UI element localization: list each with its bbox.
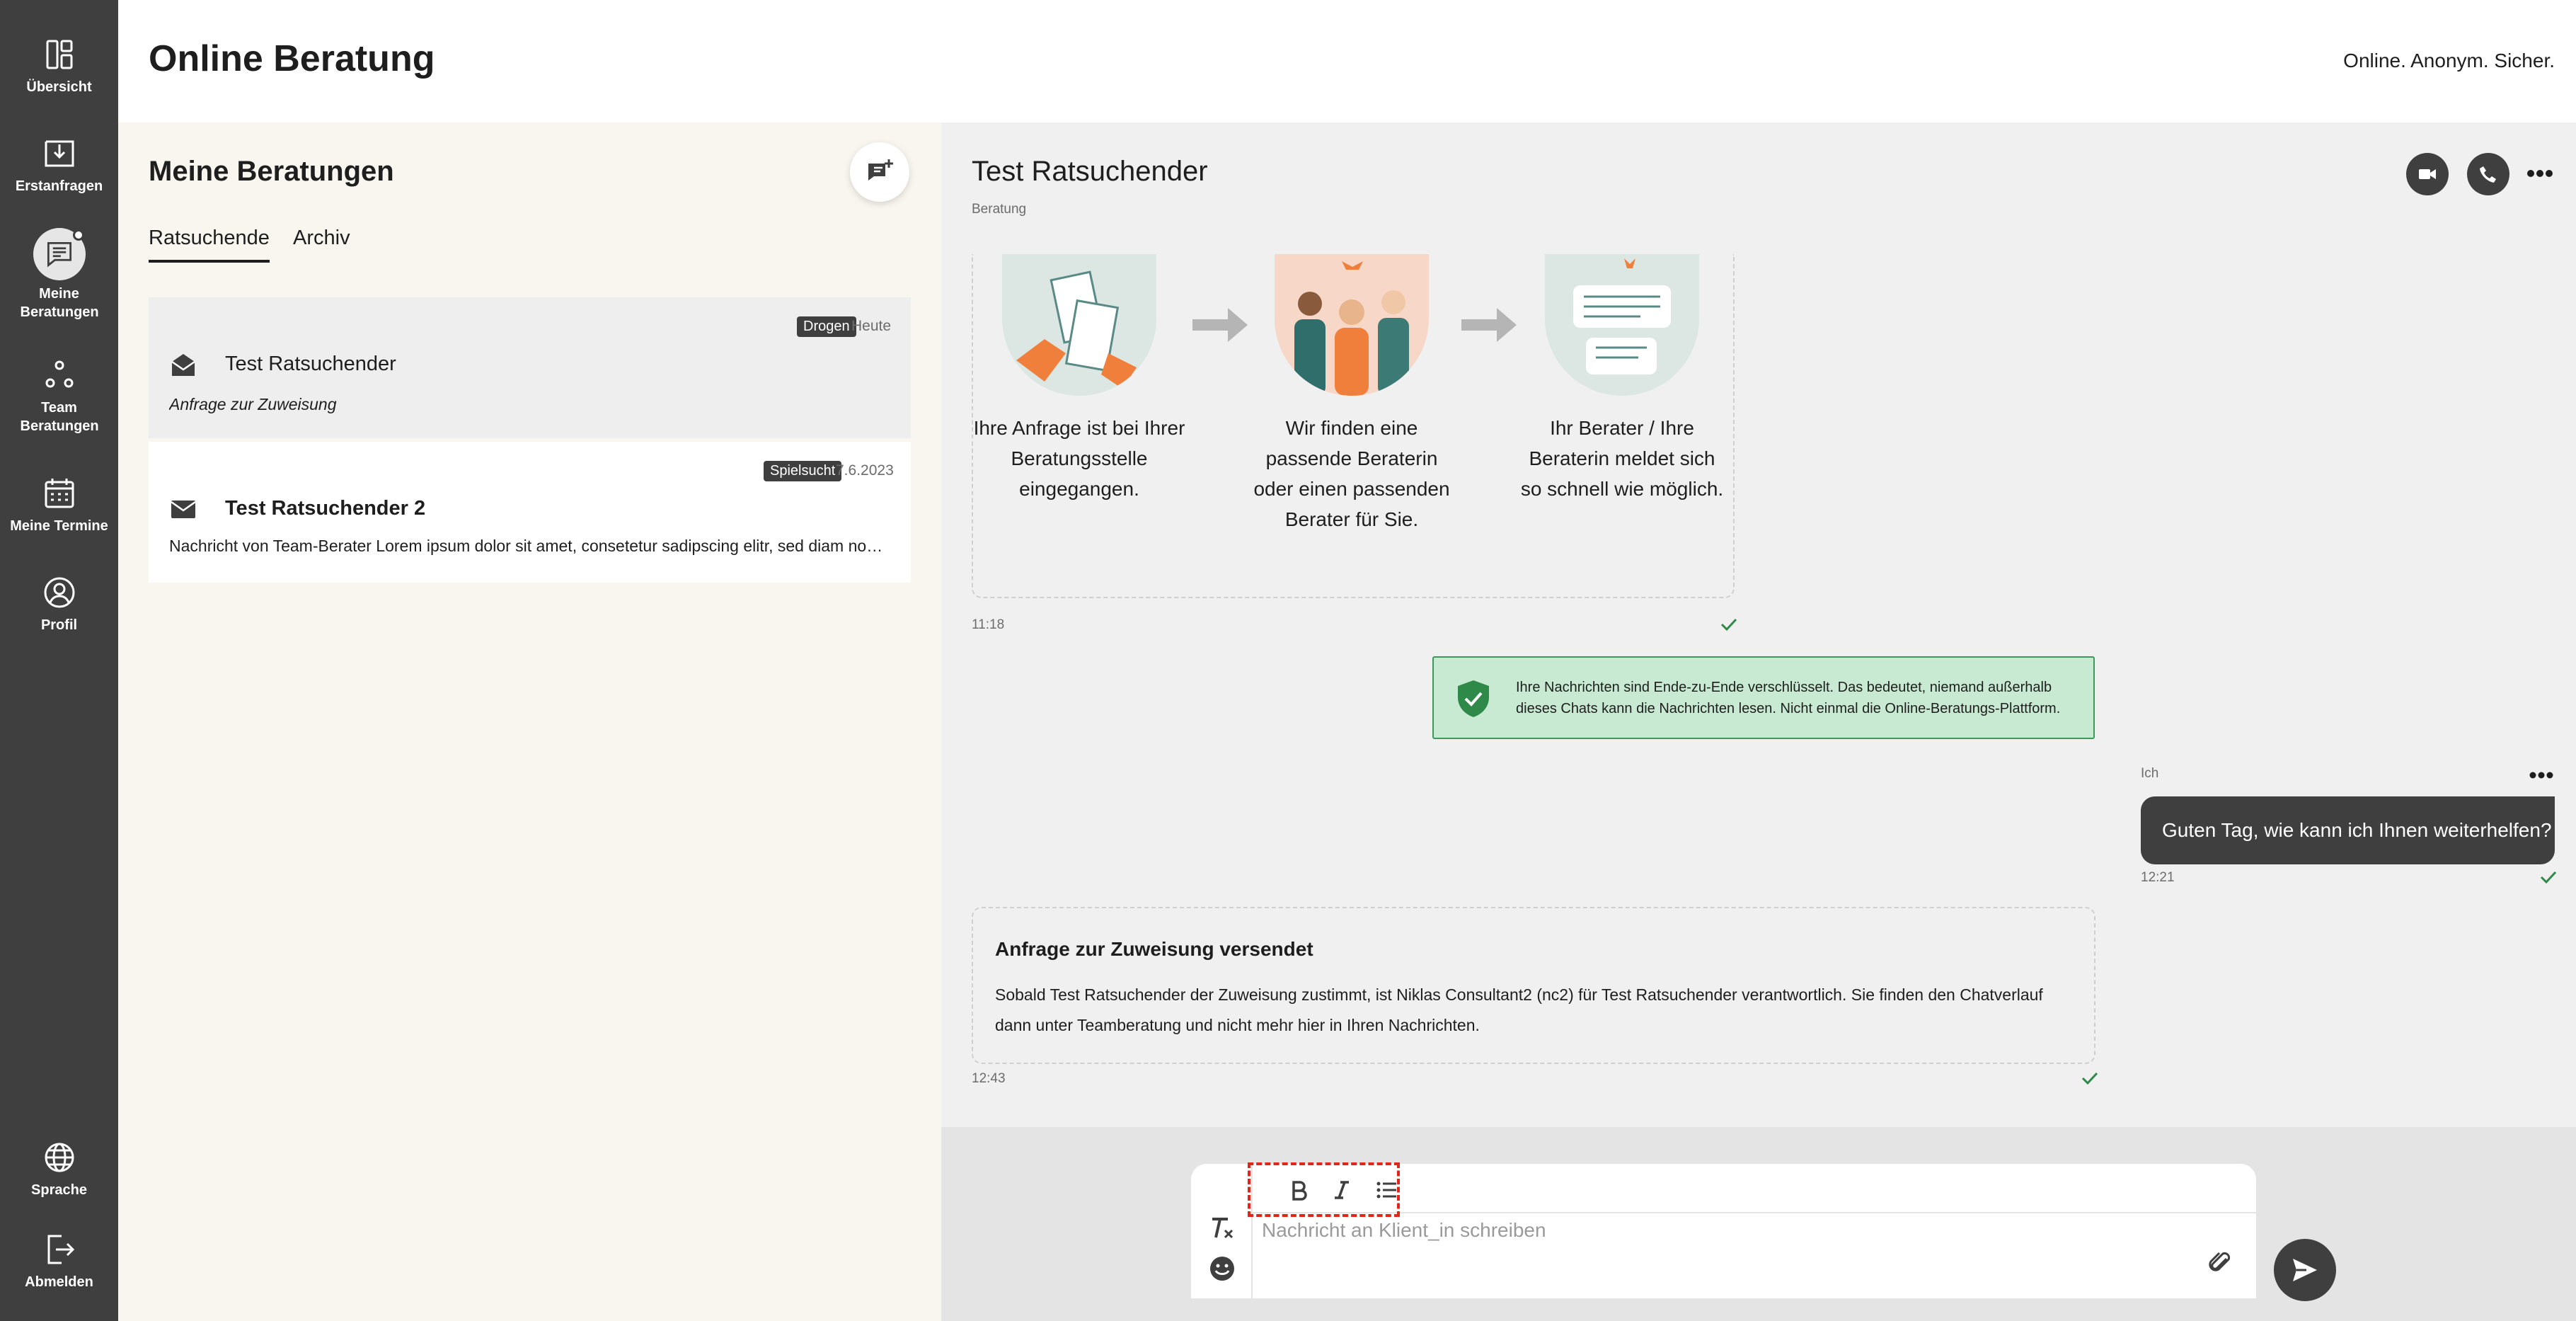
info-step: Ihre Anfrage ist bei Ihrer Beratungsstel…	[973, 254, 1185, 504]
chat-subtitle: Beratung	[972, 202, 1027, 217]
nav-item-label: Sprache	[31, 1182, 87, 1198]
nav-item-label: Meine Beratungen	[20, 286, 99, 320]
formatting-toolbar	[1253, 1164, 2256, 1213]
tab-ratsuchende[interactable]: Ratsuchende	[149, 227, 270, 263]
checkmark-icon	[2081, 1072, 2098, 1085]
send-button[interactable]	[2274, 1239, 2336, 1301]
topic-badge: Spielsucht	[764, 461, 842, 481]
nav-item-meine-beratungen[interactable]: Meine Beratungen	[0, 228, 118, 321]
nav-item-label: Profil	[40, 617, 78, 633]
documents-illustration	[1002, 254, 1156, 396]
session-list-item[interactable]: Drogen Heute Test Ratsuchender Anfrage z…	[149, 297, 911, 438]
system-message-title: Anfrage zur Zuweisung versendet	[995, 938, 1313, 960]
chat-list-icon	[33, 228, 86, 280]
session-preview: Anfrage zur Zuweisung	[169, 395, 337, 413]
shield-check-icon	[1458, 680, 1489, 717]
nav-item-label: Meine Termine	[10, 518, 108, 534]
nav-item-team-beratungen[interactable]: Team Beratungen	[0, 358, 118, 435]
step-caption: Ihre Anfrage ist bei Ihrer Beratungsstel…	[973, 417, 1185, 500]
more-options-icon[interactable]	[2526, 165, 2553, 182]
info-step: Ihr Berater / Ihre Beraterin meldet sich…	[1516, 254, 1728, 504]
unread-indicator	[72, 229, 84, 241]
envelope-open-icon	[169, 350, 197, 379]
send-icon	[2293, 1259, 2317, 1281]
e2e-notice-text: Ihre Nachrichten sind Ende-zu-Ende versc…	[1516, 680, 2061, 716]
e2e-encryption-notice: Ihre Nachrichten sind Ende-zu-Ende versc…	[1432, 656, 2095, 739]
app-title: Online Beratung	[149, 38, 435, 79]
video-camera-icon	[2419, 169, 2436, 179]
new-chat-button[interactable]	[850, 142, 909, 202]
session-list-item[interactable]: Spielsucht 7.6.2023 Test Ratsuchender 2 …	[149, 442, 911, 583]
nav-item-erstanfragen[interactable]: Erstanfragen	[0, 136, 118, 195]
step-caption: Ihr Berater / Ihre Beraterin meldet sich…	[1520, 417, 1724, 500]
session-date: Heute	[851, 318, 892, 334]
nav-item-profil[interactable]: Profil	[0, 575, 118, 634]
phone-call-button[interactable]	[2467, 153, 2509, 195]
message-timestamp: 11:18	[972, 617, 1005, 632]
sessions-pane: Meine Beratungen Ratsuchende Archiv Drog…	[118, 122, 941, 1321]
chat-plus-icon	[868, 159, 893, 181]
session-date: 7.6.2023	[836, 462, 894, 479]
main-navigation: Übersicht Erstanfragen Meine Beratungen …	[0, 0, 118, 1321]
composer-area	[941, 1127, 2576, 1321]
arrow-right-icon	[1461, 308, 1517, 342]
sessions-title: Meine Beratungen	[149, 156, 394, 187]
people-illustration	[1275, 254, 1429, 396]
nav-item-label: Erstanfragen	[15, 178, 103, 194]
tab-archiv[interactable]: Archiv	[293, 227, 350, 260]
nav-item-sprache[interactable]: Sprache	[0, 1140, 118, 1199]
onboarding-info-card: Ihre Anfrage ist bei Ihrer Beratungsstel…	[972, 254, 1735, 598]
formatting-toolbar-highlight	[1248, 1162, 1400, 1217]
text-format-toggle-icon[interactable]	[1208, 1213, 1236, 1242]
message-options-icon[interactable]	[2529, 769, 2554, 782]
app-header: Online Beratung Online. Anonym. Sicher.	[118, 0, 2576, 122]
logout-icon	[42, 1232, 77, 1267]
message-bubbles-illustration	[1545, 254, 1699, 396]
inbox-download-icon	[42, 136, 77, 171]
system-message-card: Anfrage zur Zuweisung versendet Sobald T…	[972, 907, 2095, 1064]
message-input[interactable]	[1262, 1219, 2182, 1290]
nav-item-label: Team Beratungen	[20, 400, 99, 434]
paperclip-icon[interactable]	[2207, 1249, 2235, 1277]
video-call-button[interactable]	[2406, 153, 2449, 195]
calendar-icon	[42, 476, 77, 511]
session-preview: Nachricht von Team-Berater Lorem ipsum d…	[169, 537, 891, 555]
dashboard-icon	[42, 37, 77, 72]
checkmark-icon	[1720, 618, 1737, 631]
nav-item-label: Übersicht	[26, 79, 92, 95]
system-message-body: Sobald Test Ratsuchender der Zuweisung z…	[995, 985, 2043, 1034]
composer-side-tools	[1191, 1164, 1253, 1298]
topic-badge: Drogen	[797, 316, 856, 337]
outgoing-message-bubble: Guten Tag, wie kann ich Ihnen weiterhelf…	[2141, 796, 2555, 864]
session-name: Test Ratsuchender 2	[225, 497, 426, 520]
info-step: Wir finden eine passende Beraterin oder …	[1246, 254, 1458, 534]
phone-icon	[2480, 166, 2496, 183]
session-name: Test Ratsuchender	[225, 353, 396, 375]
nav-item-label: Abmelden	[25, 1274, 93, 1290]
step-caption: Wir finden eine passende Beraterin oder …	[1253, 417, 1450, 530]
message-timestamp: 12:21	[2141, 870, 2175, 885]
arrow-right-icon	[1192, 308, 1248, 342]
nav-item-uebersicht[interactable]: Übersicht	[0, 37, 118, 96]
envelope-icon	[169, 495, 197, 523]
globe-icon	[42, 1140, 77, 1175]
profile-icon	[42, 575, 77, 610]
app-tagline: Online. Anonym. Sicher.	[2343, 50, 2555, 72]
nav-item-meine-termine[interactable]: Meine Termine	[0, 476, 118, 535]
nav-item-abmelden[interactable]: Abmelden	[0, 1232, 118, 1291]
message-sender: Ich	[2141, 766, 2159, 781]
chat-title: Test Ratsuchender	[972, 156, 1208, 187]
team-icon	[42, 358, 77, 393]
checkmark-icon	[2540, 871, 2557, 884]
message-timestamp: 12:43	[972, 1071, 1006, 1086]
emoji-icon[interactable]	[1208, 1254, 1236, 1283]
